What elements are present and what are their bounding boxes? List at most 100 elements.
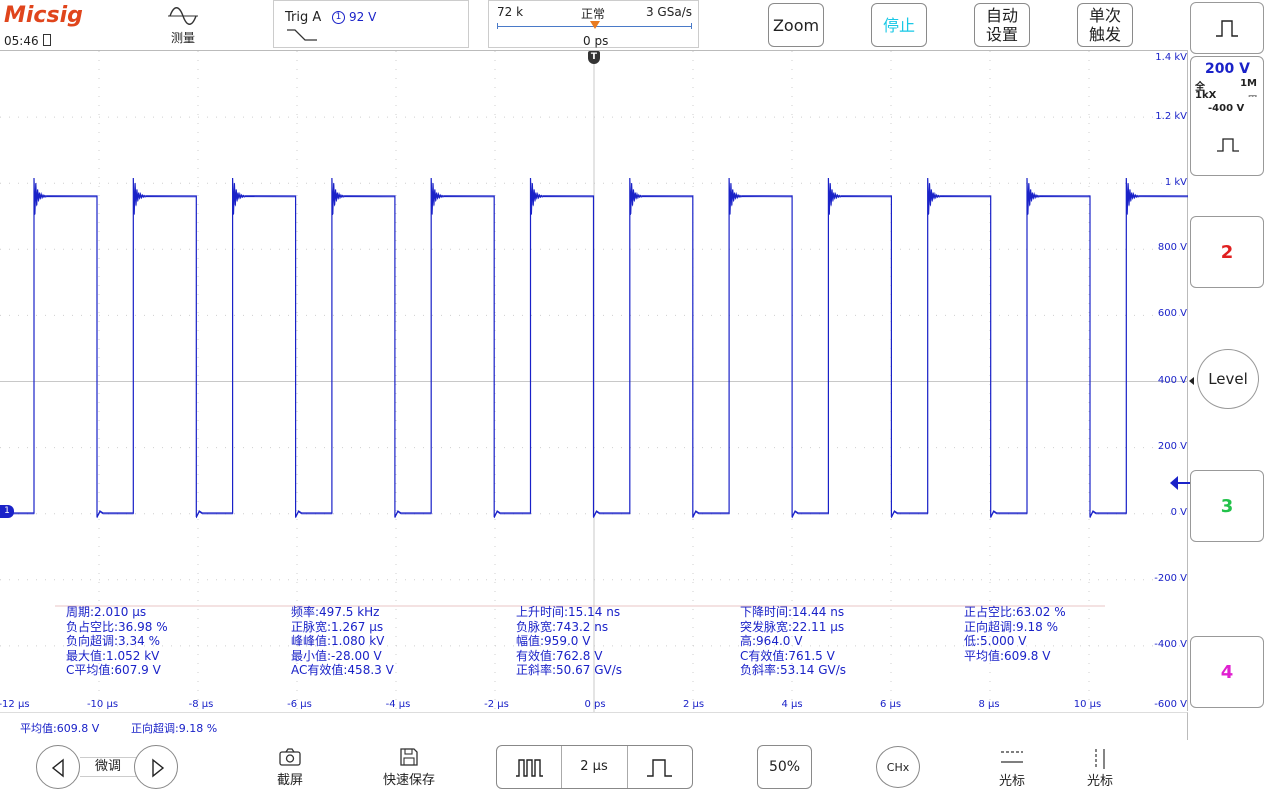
channel-1-panel[interactable]: 200 V 全 1M 1kX ⎓ -400 V [1190, 56, 1264, 176]
channel-4-button[interactable]: 4 [1190, 636, 1264, 708]
voltage-axis-label: 1.4 kV [1155, 52, 1187, 63]
voltage-axis-label: -600 V [1154, 699, 1187, 710]
measurement-item[interactable]: 正脉宽:1.267 µs [291, 620, 383, 634]
time-axis-label: -8 µs [188, 699, 214, 710]
channel-2-button[interactable]: 2 [1190, 216, 1264, 288]
channel-1-trace [0, 177, 1188, 518]
channel-offset[interactable]: -400 V [1208, 103, 1244, 114]
measure-label: 测量 [170, 31, 195, 45]
sine-wave-icon [168, 7, 198, 25]
measurement-item[interactable]: 最小值:-28.00 V [291, 649, 382, 663]
measure-button[interactable]: 测量 [160, 4, 206, 48]
time-axis-label: -4 µs [385, 699, 411, 710]
sample-rate: 3 GSa/s [645, 5, 692, 19]
vertical-cursor-label: 光标 [1086, 774, 1113, 789]
next-button[interactable] [134, 745, 178, 789]
measurement-item[interactable]: 负向超调:3.34 % [66, 635, 160, 648]
coupling-icon: ⎓ [1248, 89, 1257, 102]
memory-position-marker[interactable] [590, 21, 600, 29]
voltage-axis-label: 600 V [1157, 308, 1187, 319]
measurement-item[interactable]: 有效值:762.8 V [516, 649, 602, 663]
zoom-out-timebase-button[interactable] [497, 746, 562, 788]
measurement-item[interactable]: 正占空比:63.02 % [964, 606, 1066, 619]
measurement-item[interactable]: 峰峰值:1.080 kV [291, 635, 384, 648]
status-item-mean[interactable]: 平均值:609.8 V [20, 720, 99, 736]
pulse-trigger-button[interactable] [1190, 2, 1264, 54]
triangle-left-icon [51, 758, 64, 778]
prev-button[interactable] [36, 745, 80, 789]
single-trigger-button[interactable]: 单次 触发 [1077, 3, 1133, 47]
zoom-button[interactable]: Zoom [768, 3, 824, 47]
time-axis-label: -12 µs [0, 699, 30, 710]
clock-time: 05:46 [4, 34, 39, 48]
memory-bar-right-tick [691, 23, 692, 29]
measurement-item[interactable]: 幅值:959.0 V [516, 635, 590, 648]
channel-scale[interactable]: 200 V [1205, 61, 1250, 77]
horizontal-offset: 0 ps [583, 34, 609, 48]
level-pointer [1189, 377, 1194, 385]
battery-icon [43, 34, 52, 46]
level-button[interactable]: Level [1197, 349, 1259, 409]
screenshot-button[interactable]: 截屏 [270, 747, 310, 791]
measurement-item[interactable]: 最大值:1.052 kV [66, 649, 159, 663]
vertical-cursor-button[interactable]: 光标 [1078, 748, 1122, 790]
time-axis-label: 6 µs [879, 699, 902, 710]
channel-1-marker[interactable]: 1 [0, 505, 14, 518]
pulse-icon [1216, 20, 1238, 37]
measurement-item[interactable]: C有效值:761.5 V [740, 649, 835, 663]
measurement-item[interactable]: 正向超调:9.18 % [964, 620, 1058, 634]
timebase-value[interactable]: 2 µs [561, 746, 628, 788]
measurement-item[interactable]: 负占空比:36.98 % [66, 620, 168, 634]
time-axis-label: 4 µs [781, 699, 803, 710]
measurement-item[interactable]: 低:5.000 V [964, 635, 1026, 648]
voltage-axis-label: 200 V [1157, 441, 1187, 452]
fifty-percent-button[interactable]: 50% [757, 745, 812, 789]
measurement-item[interactable]: 负脉宽:743.2 ns [516, 620, 608, 634]
horizontal-cursor-icon [1001, 751, 1023, 763]
time-axis-label: 2 µs [682, 699, 705, 710]
measurement-item[interactable]: 上升时间:15.14 ns [516, 606, 620, 619]
measurement-item[interactable]: 下降时间:14.44 ns [740, 606, 844, 619]
time-axis-label: 10 µs [1073, 699, 1102, 710]
quick-save-button[interactable]: 快速保存 [376, 747, 442, 791]
voltage-axis-label: 1 kV [1164, 177, 1187, 188]
voltage-axis-label: 800 V [1157, 242, 1187, 253]
single-label-1: 单次 [1088, 6, 1121, 25]
measurement-item[interactable]: 频率:497.5 kHz [291, 606, 379, 619]
measurement-item[interactable]: C平均值:607.9 V [66, 664, 161, 677]
measurement-item[interactable]: 平均值:609.8 V [964, 649, 1050, 663]
measurement-item[interactable]: 正斜率:50.67 GV/s [516, 664, 622, 677]
time-axis-label: 0 ps [584, 699, 606, 710]
zoom-in-timebase-button[interactable] [627, 746, 692, 788]
logo[interactable]: Micsig [4, 3, 83, 28]
chx-button[interactable]: CHx [876, 746, 920, 788]
single-label-2: 触发 [1088, 25, 1121, 44]
memory-depth: 72 k [497, 5, 524, 19]
acquire-mode: 正常 [581, 7, 606, 21]
time-axis-label: -10 µs [86, 699, 119, 710]
time-axis-label: 8 µs [978, 699, 1000, 710]
autoset-button[interactable]: 自动 设置 [974, 3, 1030, 47]
measurement-item[interactable]: 周期:2.010 µs [66, 606, 146, 619]
trigger-panel[interactable]: Trig A 1 92 V [273, 0, 469, 48]
screenshot-label: 截屏 [276, 773, 303, 788]
memory-bar-left-tick [497, 23, 498, 29]
channel-3-button[interactable]: 3 [1190, 470, 1264, 542]
impedance: 1M [1240, 78, 1257, 89]
measurement-item[interactable]: AC有效值:458.3 V [291, 664, 394, 677]
trigger-source-badge: 1 [332, 11, 345, 24]
clock: 05:46 [4, 34, 52, 48]
fine-adjust-label[interactable]: 微调 [80, 757, 136, 777]
triangle-right-icon [152, 758, 165, 778]
measurement-item[interactable]: 突发脉宽:22.11 µs [740, 620, 844, 634]
horizontal-cursor-button[interactable]: 光标 [990, 748, 1034, 790]
status-item-overshoot[interactable]: 正向超调:9.18 % [131, 720, 217, 736]
voltage-axis-label: 0 V [1170, 507, 1187, 518]
stop-button[interactable]: 停止 [871, 3, 927, 47]
voltage-axis-label: 1.2 kV [1155, 111, 1187, 122]
measurement-item[interactable]: 负斜率:53.14 GV/s [740, 664, 846, 677]
trigger-position-marker[interactable]: T [588, 51, 600, 64]
timebase-panel[interactable]: 72 k 正常 3 GSa/s 0 ps [488, 0, 699, 48]
quick-save-label: 快速保存 [382, 773, 435, 788]
measurement-item[interactable]: 高:964.0 V [740, 635, 802, 648]
